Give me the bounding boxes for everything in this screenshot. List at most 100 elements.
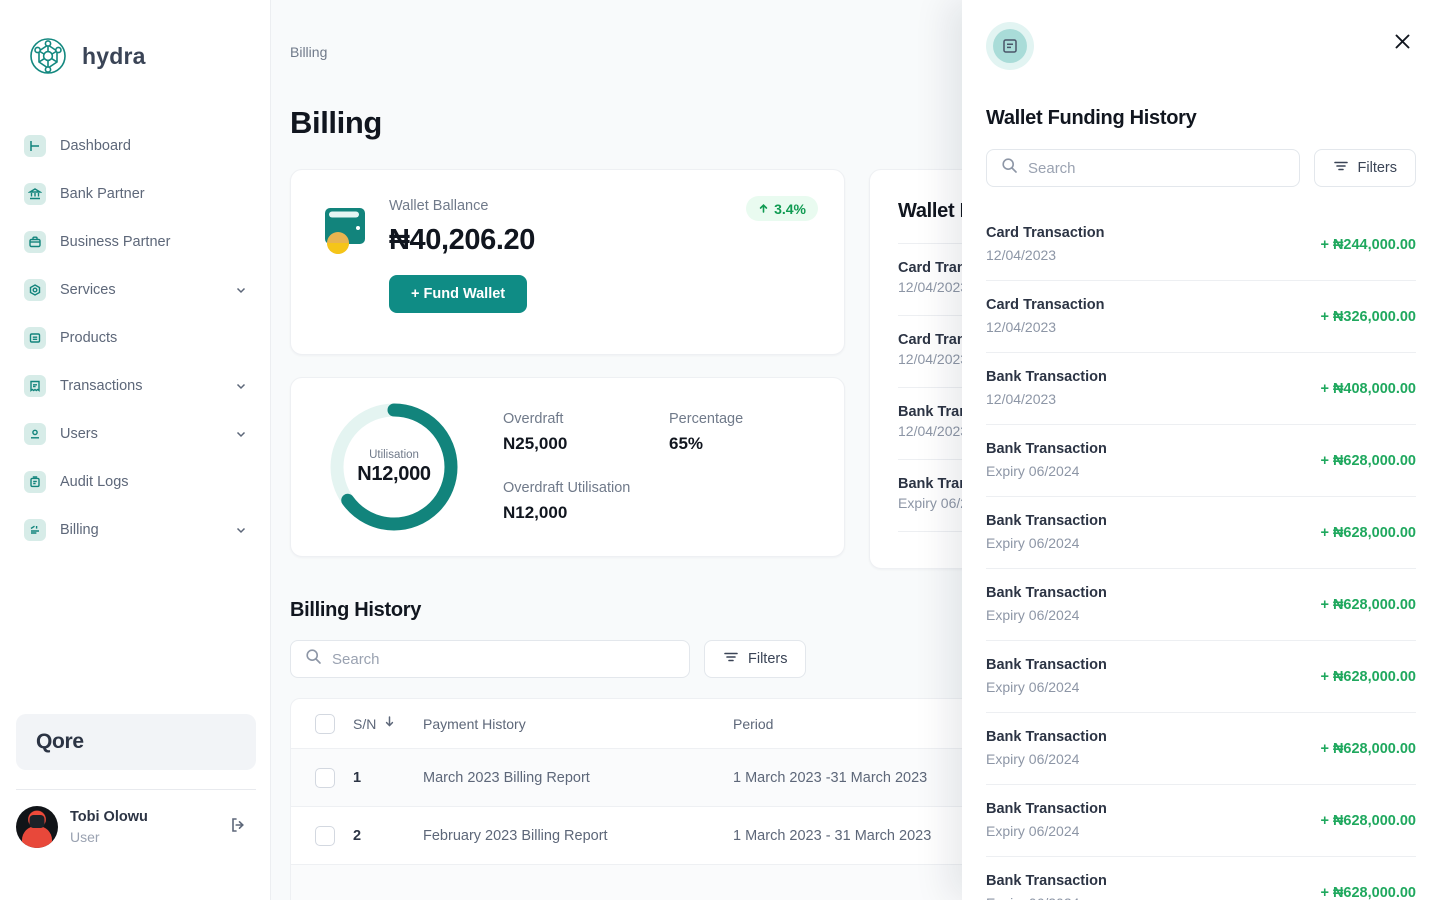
list-item[interactable]: Bank Transaction Expiry 06/2024 + ₦628,00… bbox=[986, 641, 1416, 713]
list-item[interactable]: Bank Transaction Expiry 06/2024 + ₦628,00… bbox=[986, 785, 1416, 857]
row-checkbox[interactable] bbox=[315, 767, 335, 788]
list-item-title: Bank Transaction bbox=[986, 873, 1107, 890]
wallet-balance-amount: ₦40,206.20 bbox=[389, 224, 535, 256]
close-icon[interactable] bbox=[1389, 28, 1416, 60]
filter-icon bbox=[723, 649, 739, 669]
cell-payment-history: March 2023 Billing Report bbox=[423, 769, 590, 786]
list-item-title: Bank Transaction bbox=[986, 369, 1107, 386]
sidebar-item-users[interactable]: Users bbox=[0, 410, 270, 458]
user-name: Tobi Olowu bbox=[70, 809, 148, 826]
sidebar-item-label: Audit Logs bbox=[60, 474, 129, 490]
list-item[interactable]: Bank Transaction Expiry 06/2024 + ₦628,00… bbox=[986, 497, 1416, 569]
user-role: User bbox=[70, 829, 100, 846]
chevron-down-icon[interactable] bbox=[234, 427, 248, 441]
list-item-amount: + ₦628,000.00 bbox=[1320, 668, 1416, 685]
chevron-down-icon[interactable] bbox=[234, 523, 248, 537]
list-item[interactable]: Bank Transaction Expiry 06/2024 + ₦628,00… bbox=[986, 569, 1416, 641]
user-profile[interactable]: Tobi Olowu User bbox=[16, 806, 264, 848]
drawer-header bbox=[986, 22, 1416, 70]
overdraft-utilisation-label: Overdraft Utilisation bbox=[503, 480, 631, 496]
overdraft-donut-chart: Utilisation N12,000 bbox=[327, 400, 461, 534]
sidebar-item-business-partner[interactable]: Business Partner bbox=[0, 218, 270, 266]
list-item-sub: 12/04/2023 bbox=[986, 319, 1057, 336]
arrow-down-icon[interactable] bbox=[383, 715, 396, 733]
search-field[interactable] bbox=[332, 650, 675, 668]
list-item-sub: Expiry 06/2024 bbox=[986, 679, 1080, 696]
list-item-sub: Expiry 06/2024 bbox=[986, 535, 1080, 552]
row-checkbox[interactable] bbox=[315, 825, 335, 846]
sidebar: hydra Dashboard Bank Partner Business Pa… bbox=[0, 0, 271, 900]
drawer-filters-label: Filters bbox=[1357, 160, 1397, 176]
chevron-down-icon[interactable] bbox=[234, 283, 248, 297]
donut-value: N12,000 bbox=[357, 462, 431, 485]
list-item-amount: + ₦408,000.00 bbox=[1320, 380, 1416, 397]
list-item-title: Bank Transaction bbox=[986, 729, 1107, 746]
logout-icon[interactable] bbox=[228, 815, 248, 840]
overdraft-utilisation-value: N12,000 bbox=[503, 503, 568, 522]
drawer-transaction-list: Card Transaction 12/04/2023 + ₦244,000.00… bbox=[986, 209, 1416, 900]
list-item-amount: + ₦244,000.00 bbox=[1320, 236, 1416, 253]
search-input[interactable] bbox=[290, 640, 690, 678]
list-item[interactable]: Bank Transaction 12/04/2023 + ₦408,000.00 bbox=[986, 353, 1416, 425]
drawer-toolbar: Filters bbox=[986, 149, 1416, 187]
fund-wallet-button[interactable]: + Fund Wallet bbox=[389, 275, 528, 313]
sidebar-item-label: Business Partner bbox=[60, 234, 171, 250]
search-icon bbox=[305, 648, 322, 670]
list-item[interactable]: Card Transaction 12/04/2023 + ₦244,000.00 bbox=[986, 209, 1416, 281]
brand-logo[interactable]: hydra bbox=[0, 0, 270, 80]
list-item[interactable]: Bank Transaction Expiry 06/2024 + ₦628,00… bbox=[986, 857, 1416, 900]
sidebar-item-services[interactable]: Services bbox=[0, 266, 270, 314]
filter-icon bbox=[1333, 158, 1349, 178]
brand-name: hydra bbox=[82, 42, 146, 69]
status-badge-value: 3.4% bbox=[774, 200, 806, 217]
org-switcher[interactable]: Qore bbox=[16, 714, 256, 770]
overdraft-value: N25,000 bbox=[503, 434, 568, 453]
list-item-title: Bank Transaction bbox=[986, 441, 1107, 458]
document-icon bbox=[993, 29, 1027, 63]
list-item-amount: + ₦628,000.00 bbox=[1320, 524, 1416, 541]
search-icon bbox=[1001, 157, 1018, 179]
overdraft-label: Overdraft bbox=[503, 411, 564, 427]
chevron-down-icon[interactable] bbox=[234, 379, 248, 393]
sidebar-item-dashboard[interactable]: Dashboard bbox=[0, 122, 270, 170]
percentage-value: 65% bbox=[669, 434, 704, 453]
list-item-title: Bank Transaction bbox=[986, 585, 1107, 602]
hydra-network-logo-icon bbox=[24, 32, 72, 80]
list-item[interactable]: Bank Transaction Expiry 06/2024 + ₦628,00… bbox=[986, 425, 1416, 497]
sidebar-item-bank-partner[interactable]: Bank Partner bbox=[0, 170, 270, 218]
filters-label: Filters bbox=[748, 651, 788, 667]
list-item[interactable]: Bank Transaction Expiry 06/2024 + ₦628,00… bbox=[986, 713, 1416, 785]
list-item-title: Bank Transaction bbox=[986, 657, 1107, 674]
column-header-payment-history: Payment History bbox=[423, 715, 526, 732]
sidebar-item-label: Dashboard bbox=[60, 138, 131, 154]
products-icon bbox=[24, 327, 46, 349]
drawer-filters-button[interactable]: Filters bbox=[1313, 149, 1416, 187]
list-item-sub: 12/04/2023 bbox=[986, 391, 1057, 408]
sidebar-item-label: Billing bbox=[60, 522, 99, 538]
billing-icon bbox=[24, 519, 46, 541]
sidebar-item-transactions[interactable]: Transactions bbox=[0, 362, 270, 410]
list-item-sub: Expiry 06/2024 bbox=[986, 607, 1080, 624]
list-item-sub: 12/04/2023 bbox=[986, 247, 1057, 264]
sidebar-item-products[interactable]: Products bbox=[0, 314, 270, 362]
app-root: hydra Dashboard Bank Partner Business Pa… bbox=[0, 0, 1440, 900]
list-item-amount: + ₦628,000.00 bbox=[1320, 596, 1416, 613]
drawer-title: Wallet Funding History bbox=[986, 107, 1197, 129]
list-item-title: Bank Transaction bbox=[986, 801, 1107, 818]
drawer-search-field[interactable] bbox=[1028, 159, 1285, 177]
dashboard-icon bbox=[24, 135, 46, 157]
sidebar-item-audit-logs[interactable]: Audit Logs bbox=[0, 458, 270, 506]
sidebar-item-label: Transactions bbox=[60, 378, 143, 394]
sidebar-item-billing[interactable]: Billing bbox=[0, 506, 270, 554]
filters-button[interactable]: Filters bbox=[704, 640, 807, 678]
column-header-sn[interactable]: S/N bbox=[353, 716, 376, 732]
list-item[interactable]: Card Transaction 12/04/2023 + ₦326,000.00 bbox=[986, 281, 1416, 353]
sidebar-item-label: Services bbox=[60, 282, 116, 298]
list-item-amount: + ₦628,000.00 bbox=[1320, 452, 1416, 469]
sidebar-item-label: Users bbox=[60, 426, 98, 442]
audit-logs-icon bbox=[24, 471, 46, 493]
wallet-funding-history-drawer: Wallet Funding History Filters Card Tran… bbox=[962, 0, 1440, 900]
drawer-search-input[interactable] bbox=[986, 149, 1300, 187]
select-all-checkbox[interactable] bbox=[315, 713, 335, 734]
list-item-title: Card Transaction bbox=[986, 297, 1105, 314]
